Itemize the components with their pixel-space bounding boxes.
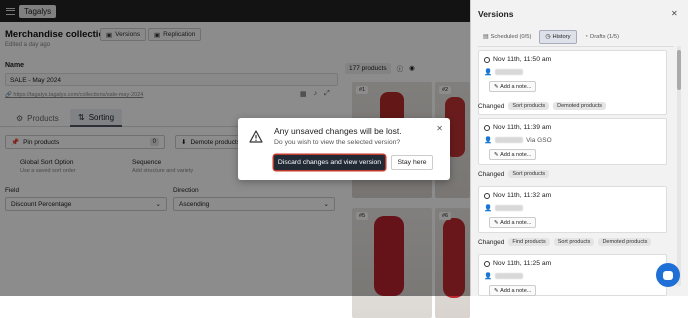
history-icon: ◷	[545, 34, 551, 40]
user-icon: 👤	[484, 137, 493, 144]
close-icon[interactable]: ✕	[436, 124, 443, 133]
modal-title: Any unsaved changes will be lost.	[274, 126, 402, 136]
add-note-button[interactable]: ✎ Add a note...	[489, 285, 537, 296]
version-user: 👤	[484, 204, 524, 212]
tab-scheduled[interactable]: ▤ Scheduled (0/5)	[478, 30, 536, 44]
change-chip: Sort products	[508, 170, 550, 178]
add-note-label: Add a note...	[500, 287, 532, 294]
discard-changes-button[interactable]: Discard changes and view version	[274, 155, 385, 170]
user-icon: 👤	[484, 69, 493, 76]
user-name-redacted	[495, 205, 524, 211]
version-date-text: Nov 11th, 11:25 am	[493, 260, 552, 267]
version-card[interactable]: Nov 11th, 11:32 am 👤 ✎ Add a note...	[478, 186, 667, 233]
version-date-text: Nov 11th, 11:50 am	[493, 56, 552, 63]
clock-icon	[484, 192, 490, 199]
add-note-label: Add a note...	[500, 151, 532, 158]
tab-history[interactable]: ◷ History	[539, 30, 577, 44]
add-note-label: Add a note...	[500, 219, 532, 226]
change-chip: Demoted products	[553, 102, 607, 110]
clock-icon	[484, 124, 490, 131]
change-chip: Sort products	[508, 102, 550, 110]
version-date: Nov 11th, 11:50 am	[484, 56, 551, 63]
chat-icon	[663, 270, 673, 280]
add-note-button[interactable]: ✎ Add a note...	[489, 81, 537, 92]
add-note-label: Add a note...	[500, 83, 532, 90]
version-date-text: Nov 11th, 11:32 am	[493, 192, 552, 199]
version-user: 👤	[484, 68, 524, 76]
panel-tabs: ▤ Scheduled (0/5) ◷ History ◔ Drafts (1/…	[478, 30, 624, 44]
version-card[interactable]: Nov 11th, 11:25 am 👤 ✎ Add a note...	[478, 254, 667, 296]
stay-here-button[interactable]: Stay here	[391, 155, 433, 170]
clock-icon	[484, 260, 490, 267]
chat-button[interactable]	[656, 263, 680, 287]
panel-title: Versions	[478, 9, 514, 19]
version-date: Nov 11th, 11:32 am	[484, 192, 551, 199]
user-name-redacted	[495, 69, 524, 75]
user-name-redacted	[495, 273, 524, 279]
changed-label: Changed	[478, 102, 505, 110]
clock-icon	[484, 56, 490, 63]
version-date-text: Nov 11th, 11:39 am	[493, 124, 552, 131]
change-chip: Find products	[508, 238, 550, 246]
version-date: Nov 11th, 11:25 am	[484, 260, 551, 267]
warning-icon	[249, 130, 263, 143]
versions-panel: Versions ✕ ▤ Scheduled (0/5) ◷ History ◔…	[470, 0, 688, 296]
user-icon: 👤	[484, 205, 493, 212]
changed-label: Changed	[478, 238, 505, 246]
change-chip: Demoted products	[598, 238, 652, 246]
scrollbar-thumb[interactable]	[677, 50, 681, 90]
user-name-redacted	[495, 137, 524, 143]
changed-row: Changed Find products Sort products Demo…	[478, 238, 652, 246]
calendar-icon: ▤	[483, 34, 489, 40]
version-via: Via GSO	[526, 136, 552, 144]
drafts-icon: ◔	[584, 34, 589, 40]
panel-divider	[478, 46, 674, 47]
tab-scheduled-label: Scheduled (0/5)	[490, 34, 532, 40]
modal-subtitle: Do you wish to view the selected version…	[274, 139, 401, 146]
version-card[interactable]: Nov 11th, 11:39 am 👤 Via GSO ✎ Add a not…	[478, 118, 667, 165]
add-note-button[interactable]: ✎ Add a note...	[489, 149, 537, 160]
unsaved-changes-modal: Any unsaved changes will be lost. Do you…	[238, 118, 450, 180]
tab-drafts-label: Drafts (1/5)	[590, 34, 620, 40]
add-note-button[interactable]: ✎ Add a note...	[489, 217, 537, 228]
tab-drafts[interactable]: ◔ Drafts (1/5)	[580, 30, 625, 44]
version-date: Nov 11th, 11:39 am	[484, 124, 551, 131]
user-icon: 👤	[484, 273, 493, 280]
changed-row: Changed Sort products Demoted products	[478, 102, 607, 110]
close-icon[interactable]: ✕	[671, 9, 678, 18]
version-user: 👤 Via GSO	[484, 136, 552, 145]
changed-label: Changed	[478, 170, 505, 178]
tab-history-label: History	[552, 34, 571, 40]
changed-row: Changed Sort products	[478, 170, 550, 178]
change-chip: Sort products	[553, 238, 595, 246]
version-user: 👤	[484, 272, 524, 280]
